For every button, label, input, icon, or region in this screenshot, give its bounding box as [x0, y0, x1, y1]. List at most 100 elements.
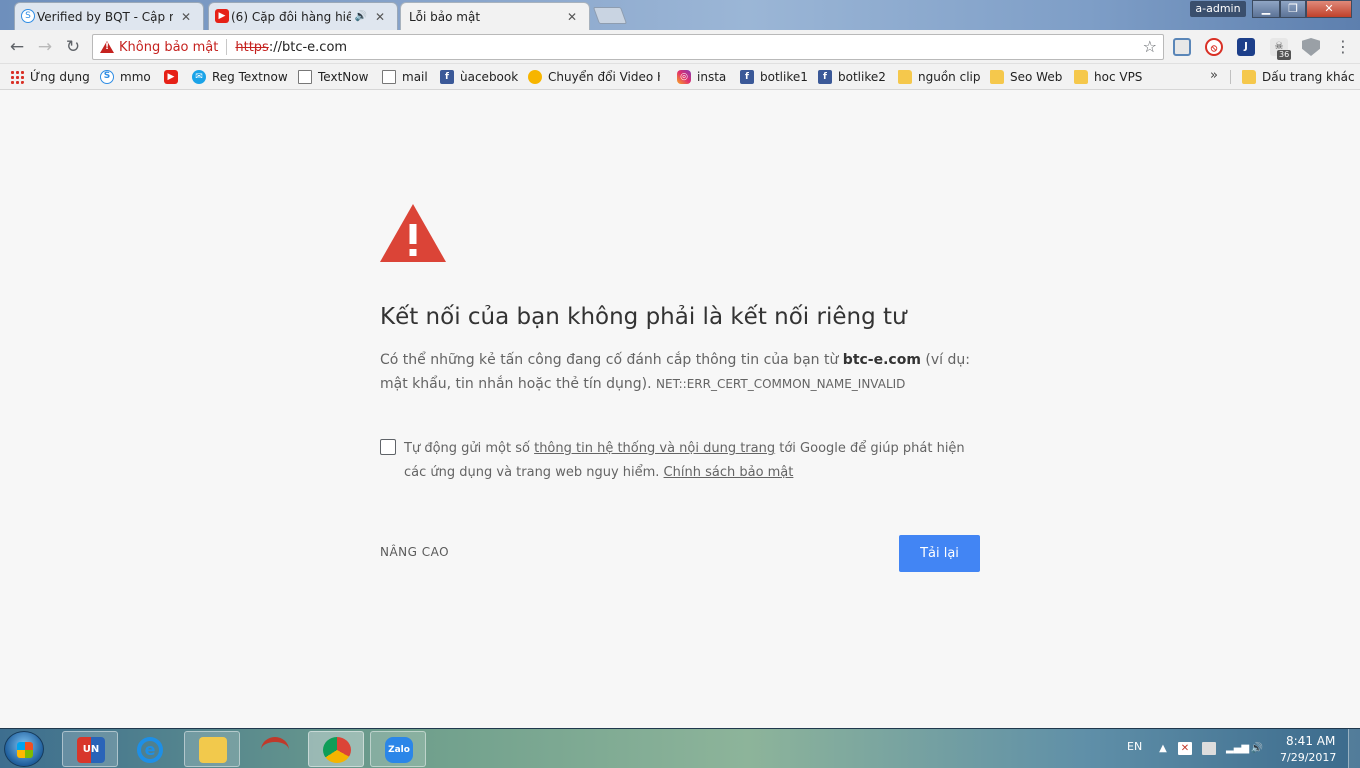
- action-center-icon[interactable]: ✕: [1178, 742, 1192, 755]
- bookmark-reg-textnow[interactable]: ✉ Reg Textnow: [192, 68, 288, 86]
- chrome-icon: [323, 737, 351, 763]
- taskbar-unikey[interactable]: UN: [62, 731, 118, 767]
- url-scheme: https: [235, 39, 269, 55]
- browser-toolbar: ← → ↻ Không bảo mật https ://btc-e.com ☆…: [0, 30, 1360, 64]
- system-tray: EN ▲ ✕ ▂▄▆ 🔊 8:41 AM 7/29/2017: [1120, 729, 1360, 768]
- minimize-button[interactable]: ▁: [1252, 0, 1280, 18]
- bookmark-botlike2[interactable]: f botlike2: [818, 68, 886, 86]
- tab-security-error[interactable]: Lỗi bảo mật ✕: [400, 2, 590, 30]
- apps-icon: [10, 70, 24, 84]
- bookmark-other-folder[interactable]: Dấu trang khác: [1242, 68, 1355, 86]
- bookmark-folder-seo-web[interactable]: Seo Web: [990, 68, 1062, 86]
- youtube-icon: ▶: [164, 70, 178, 84]
- taskbar-chrome[interactable]: [308, 731, 364, 767]
- volume-icon[interactable]: 🔊: [1250, 742, 1264, 755]
- tab-youtube-video[interactable]: ▶ (6) Cặp đôi hàng hiếm 🔊 ✕: [208, 2, 398, 30]
- page-icon: [298, 70, 312, 84]
- close-window-button[interactable]: ✕: [1306, 0, 1352, 18]
- tab-strip: S Verified by BQT - Cập nhật ✕ ▶ (6) Cặp…: [0, 0, 1360, 30]
- folder-icon: [990, 70, 1004, 84]
- bookmark-facebook[interactable]: f ùacebook: [440, 68, 518, 86]
- security-indicator[interactable]: Không bảo mật: [119, 40, 218, 55]
- bookmark-insta[interactable]: ◎ insta: [677, 68, 726, 86]
- security-warning-icon: [380, 204, 446, 262]
- power-icon[interactable]: [1202, 742, 1216, 755]
- address-bar[interactable]: Không bảo mật https ://btc-e.com ☆: [92, 34, 1164, 60]
- reporting-text: Tự động gửi một số thông tin hệ thống và…: [404, 441, 965, 480]
- close-icon[interactable]: ✕: [179, 10, 193, 24]
- bookmarks-bar: Ứng dụng Smmo ▶ ✉ Reg Textnow TextNow mai…: [0, 64, 1360, 90]
- folder-icon: [199, 737, 227, 763]
- bookmarks-overflow-icon[interactable]: »: [1210, 68, 1218, 83]
- zalo-icon: Zalo: [385, 737, 413, 763]
- security-interstitial: Kết nối của bạn không phải là kết nối ri…: [0, 90, 1360, 728]
- windows-logo-icon: [17, 742, 33, 758]
- video-icon: [528, 70, 542, 84]
- extension-badge: 36: [1277, 50, 1292, 60]
- omnibox-divider: [226, 39, 228, 55]
- bookmark-botlike1[interactable]: f botlike1: [740, 68, 808, 86]
- reporting-checkbox[interactable]: [380, 439, 396, 455]
- taskbar-file-explorer[interactable]: [184, 731, 240, 767]
- show-hidden-icons-icon[interactable]: ▲: [1156, 742, 1170, 755]
- url-text: ://btc-e.com: [268, 39, 348, 55]
- extension-shield-icon[interactable]: [1302, 38, 1320, 56]
- bookmark-youtube[interactable]: ▶: [164, 68, 184, 86]
- maximize-button[interactable]: ❐: [1280, 0, 1306, 18]
- network-icon[interactable]: ▂▄▆: [1226, 742, 1249, 755]
- facebook-icon: f: [740, 70, 754, 84]
- bookmark-apps[interactable]: Ứng dụng: [10, 68, 90, 86]
- folder-icon: [1242, 70, 1256, 84]
- windows-taskbar: UN e Zalo EN ▲ ✕ ▂▄▆ 🔊 8:41 AM 7/29/2017: [0, 728, 1360, 768]
- folder-icon: [898, 70, 912, 84]
- error-code[interactable]: NET::ERR_CERT_COMMON_NAME_INVALID: [656, 377, 905, 391]
- reload-button[interactable]: Tải lại: [899, 535, 980, 572]
- instagram-icon: ◎: [677, 70, 691, 84]
- bookmark-mmo[interactable]: Smmo: [100, 68, 151, 86]
- internet-explorer-icon: e: [137, 737, 163, 763]
- back-icon[interactable]: ←: [6, 36, 28, 58]
- error-explanation: Có thể những kẻ tấn công đang cố đánh cắ…: [380, 352, 970, 392]
- folder-icon: [1074, 70, 1088, 84]
- audio-playing-icon[interactable]: 🔊: [355, 11, 367, 22]
- bookmark-video-hd[interactable]: Chuyển đổi Video HD: [528, 68, 660, 86]
- extension-screenshot-icon[interactable]: [1173, 38, 1191, 56]
- show-desktop-button[interactable]: [1348, 729, 1360, 768]
- tab-verified-by-bqt[interactable]: S Verified by BQT - Cập nhật ✕: [14, 2, 204, 30]
- advanced-button[interactable]: NÂNG CAO: [380, 545, 449, 559]
- host-name: btc-e.com: [842, 352, 921, 368]
- bookmark-folder-nguon-clip[interactable]: nguồn clip: [898, 68, 980, 86]
- bookmark-textnow[interactable]: TextNow: [298, 68, 368, 86]
- new-tab-button[interactable]: [592, 7, 628, 24]
- page-icon: [382, 70, 396, 84]
- taskbar-zalo[interactable]: Zalo: [370, 731, 426, 767]
- profile-button[interactable]: a-admin: [1190, 1, 1246, 17]
- system-info-link[interactable]: thông tin hệ thống và nội dung trang: [534, 441, 775, 456]
- bookmark-star-icon[interactable]: ☆: [1143, 37, 1157, 56]
- taskbar-app[interactable]: [246, 731, 302, 767]
- extension-block-icon[interactable]: ⦸: [1205, 38, 1223, 56]
- clock-date[interactable]: 7/29/2017: [1280, 751, 1336, 764]
- skype-icon: S: [100, 70, 114, 84]
- page-title: Kết nối của bạn không phải là kết nối ri…: [380, 304, 907, 330]
- reload-icon[interactable]: ↻: [62, 36, 84, 58]
- facebook-icon: f: [818, 70, 832, 84]
- clock-time[interactable]: 8:41 AM: [1286, 734, 1335, 748]
- menu-icon[interactable]: ⋮: [1334, 38, 1352, 56]
- privacy-policy-link[interactable]: Chính sách bảo mật: [664, 465, 794, 480]
- language-indicator[interactable]: EN: [1127, 740, 1142, 753]
- close-icon[interactable]: ✕: [373, 10, 387, 24]
- tab-title: (6) Cặp đôi hàng hiếm: [231, 9, 351, 24]
- tab-title: Verified by BQT - Cập nhật: [37, 9, 173, 24]
- forward-icon[interactable]: →: [34, 36, 56, 58]
- bookmark-mail[interactable]: mail: [382, 68, 428, 86]
- tab-title: Lỗi bảo mật: [409, 9, 481, 24]
- bookmark-folder-hoc-vps[interactable]: hoc VPS: [1074, 68, 1142, 86]
- start-button[interactable]: [4, 731, 44, 767]
- close-icon[interactable]: ✕: [565, 10, 579, 24]
- facebook-icon: f: [440, 70, 454, 84]
- warning-icon[interactable]: [100, 41, 114, 53]
- taskbar-internet-explorer[interactable]: e: [122, 731, 178, 767]
- youtube-icon: ▶: [215, 9, 229, 23]
- extension-j-icon[interactable]: J: [1237, 38, 1255, 56]
